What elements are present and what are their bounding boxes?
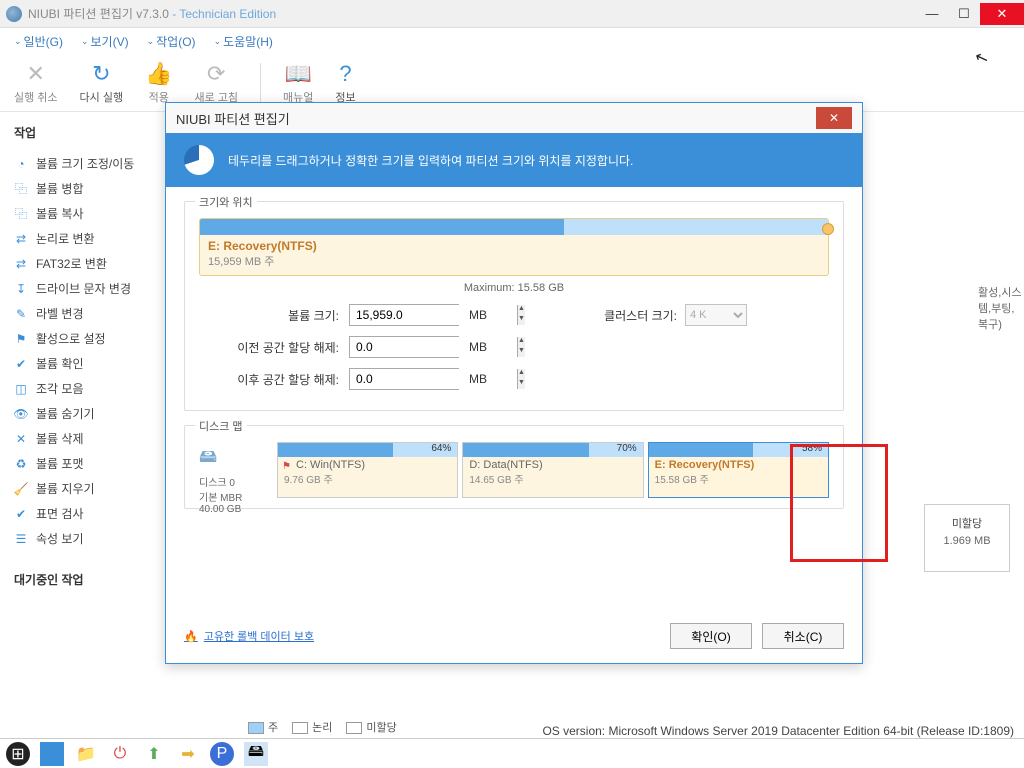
manual-button[interactable]: 📖매뉴얼 [283, 61, 313, 105]
volume-size-input[interactable]: ▲▼ [349, 304, 459, 326]
app-icon-2[interactable]: ➡ [176, 742, 200, 766]
partition-block[interactable]: 58%E: Recovery(NTFS)15.58 GB 주 [648, 442, 829, 498]
info-button[interactable]: ?정보 [335, 61, 355, 105]
menubar: ⌄일반(G) ⌄보기(V) ⌄작업(O) ⌄도움말(H) [0, 28, 1024, 54]
niubi-taskbar-icon[interactable]: 🖴 [244, 742, 268, 766]
sidebar-icon: ✔ [14, 357, 28, 371]
sidebar-header: 작업 [14, 124, 158, 141]
pending-header: 대기중인 작업 [14, 571, 158, 588]
sidebar-item[interactable]: ✔볼륨 확인 [14, 351, 158, 376]
sidebar-item[interactable]: ↧드라이브 문자 변경 [14, 276, 158, 301]
taskview-icon[interactable] [40, 742, 64, 766]
cluster-size-select[interactable]: 4 K [685, 304, 747, 326]
ok-button[interactable]: 확인(O) [670, 623, 752, 649]
sidebar-icon: ↧ [14, 282, 28, 296]
menu-general[interactable]: ⌄일반(G) [14, 33, 63, 50]
sidebar: 작업 ◔볼륨 크기 조정/이동⿻볼륨 병합⿻볼륨 복사⇄논리로 변환⇄FAT32… [0, 112, 158, 716]
pie-icon [184, 145, 214, 175]
sidebar-item[interactable]: ⇄FAT32로 변환 [14, 251, 158, 276]
sidebar-icon: ☰ [14, 532, 28, 546]
dialog-banner: 테두리를 드래그하거나 정확한 크기를 입력하여 파티션 크기와 위치를 지정합… [166, 133, 862, 187]
disk-icon: 🖴 [199, 444, 271, 474]
redo-button[interactable]: ↻다시 실행 [80, 61, 124, 105]
legend-bar: 주 논리 미할당 [248, 716, 397, 738]
app-icon-3[interactable]: P [210, 742, 234, 766]
sidebar-item[interactable]: ☰속성 보기 [14, 526, 158, 551]
partition-flags-text: 활성,시스템,부팅,복구) [978, 284, 1024, 332]
menu-help[interactable]: ⌄도움말(H) [214, 33, 273, 50]
volume-size-label: 볼륨 크기: [199, 307, 339, 324]
toolbar-separator [260, 63, 261, 103]
diskmap-legend: 디스크 맵 [195, 418, 247, 434]
dialog-titlebar: NIUBI 파티션 편집기 ✕ [166, 103, 862, 133]
dialog-close-button[interactable]: ✕ [816, 107, 852, 129]
apply-button[interactable]: 👍적용 [145, 61, 172, 105]
disk-info: 🖴 디스크 0 기본 MBR 40.00 GB [199, 442, 271, 498]
sidebar-item[interactable]: 🧹볼륨 지우기 [14, 476, 158, 501]
sidebar-icon: ⇄ [14, 257, 28, 271]
space-after-label: 이후 공간 할당 해제: [199, 371, 339, 388]
size-position-group: 크기와 위치 E: Recovery(NTFS) 15,959 MB 주 Max… [184, 201, 844, 411]
rollback-link[interactable]: 🔥 고유한 롤백 데이터 보호 [184, 628, 314, 644]
sidebar-item[interactable]: ◔볼륨 크기 조정/이동 [14, 151, 158, 176]
sidebar-icon: ✔ [14, 507, 28, 521]
sidebar-item[interactable]: ⚑활성으로 설정 [14, 326, 158, 351]
window-title: NIUBI 파티션 편집기 v7.3.0 - Technician Editio… [28, 5, 916, 22]
sidebar-icon: ⇄ [14, 232, 28, 246]
power-icon[interactable]: ⏻ [108, 742, 132, 766]
sidebar-icon: ✎ [14, 307, 28, 321]
close-button[interactable]: ✕ [980, 3, 1024, 25]
sidebar-icon: ✕ [14, 432, 28, 446]
flag-icon: ⚑ [282, 461, 291, 472]
sidebar-icon: ◔ [14, 157, 28, 171]
sidebar-icon: ♻ [14, 457, 28, 471]
minimize-button[interactable]: — [916, 3, 948, 25]
fire-icon: 🔥 [184, 630, 198, 643]
sidebar-item[interactable]: ✔표면 검사 [14, 501, 158, 526]
space-before-input[interactable]: ▲▼ [349, 336, 459, 358]
cancel-button[interactable]: 취소(C) [762, 623, 844, 649]
space-before-label: 이전 공간 할당 해제: [199, 339, 339, 356]
slider-handle[interactable] [822, 223, 834, 235]
maximize-button[interactable]: ☐ [948, 3, 980, 25]
menu-view[interactable]: ⌄보기(V) [81, 33, 129, 50]
resize-dialog: NIUBI 파티션 편집기 ✕ 테두리를 드래그하거나 정확한 크기를 입력하여… [165, 102, 863, 664]
sidebar-icon: 🧹 [14, 482, 28, 496]
start-button[interactable]: ⊞ [6, 742, 30, 766]
maximum-label: Maximum: 15.58 GB [199, 282, 829, 294]
partition-block[interactable]: 64%⚑C: Win(NTFS)9.76 GB 주 [277, 442, 458, 498]
app-icon-1[interactable]: ⬆ [142, 742, 166, 766]
sidebar-icon: ⚑ [14, 332, 28, 346]
undo-button[interactable]: ✕실행 취소 [14, 61, 58, 105]
explorer-icon[interactable]: 📁 [74, 742, 98, 766]
sidebar-icon: ⿻ [14, 182, 28, 196]
disk-map-group: 디스크 맵 🖴 디스크 0 기본 MBR 40.00 GB 64%⚑C: Win… [184, 425, 844, 509]
sidebar-item[interactable]: ⿻볼륨 복사 [14, 201, 158, 226]
sidebar-item[interactable]: ⇄논리로 변환 [14, 226, 158, 251]
sidebar-icon: 👁 [14, 407, 28, 421]
space-after-input[interactable]: ▲▼ [349, 368, 459, 390]
unallocated-block[interactable]: 미할당 1.969 MB [924, 504, 1010, 572]
refresh-button[interactable]: ⟳새로 고침 [195, 61, 239, 105]
sidebar-item[interactable]: ⿻볼륨 병합 [14, 176, 158, 201]
app-icon [6, 6, 22, 22]
partition-block[interactable]: 70%D: Data(NTFS)14.65 GB 주 [462, 442, 643, 498]
status-bar: OS version: Microsoft Windows Server 201… [542, 724, 1014, 738]
group-legend: 크기와 위치 [195, 194, 257, 210]
taskbar: ⊞ 📁 ⏻ ⬆ ➡ P 🖴 [0, 738, 1024, 768]
partition-slider[interactable]: E: Recovery(NTFS) 15,959 MB 주 [199, 218, 829, 276]
sidebar-item[interactable]: ♻볼륨 포맷 [14, 451, 158, 476]
menu-action[interactable]: ⌄작업(O) [147, 33, 196, 50]
titlebar: NIUBI 파티션 편집기 v7.3.0 - Technician Editio… [0, 0, 1024, 28]
sidebar-item[interactable]: ✎라벨 변경 [14, 301, 158, 326]
sidebar-icon: ⿻ [14, 207, 28, 221]
cluster-size-label: 클러스터 크기: [537, 307, 677, 324]
sidebar-item[interactable]: 👁볼륨 숨기기 [14, 401, 158, 426]
sidebar-icon: ◫ [14, 382, 28, 396]
sidebar-item[interactable]: ◫조각 모음 [14, 376, 158, 401]
sidebar-item[interactable]: ✕볼륨 삭제 [14, 426, 158, 451]
